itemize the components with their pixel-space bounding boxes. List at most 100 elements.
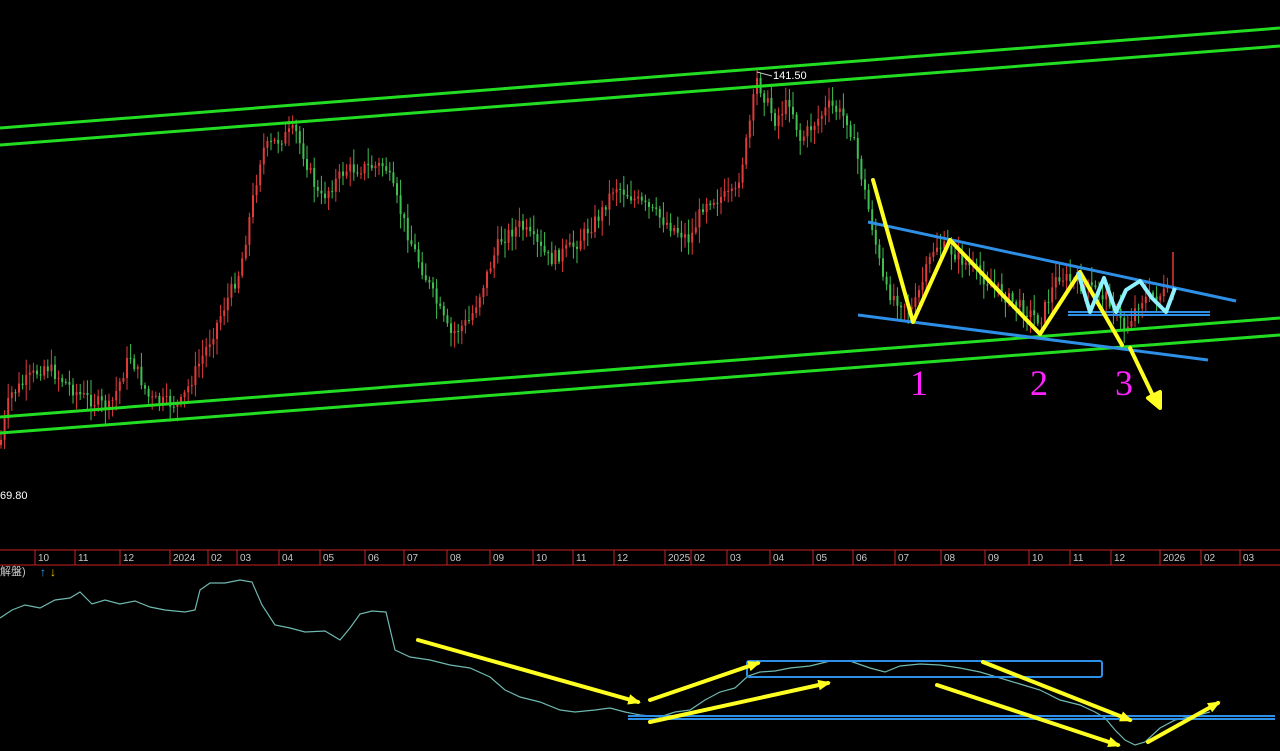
- candlestick: [619, 182, 622, 203]
- candlestick: [223, 297, 226, 326]
- candlestick: [590, 217, 593, 239]
- candlestick: [774, 108, 776, 131]
- candlestick: [846, 113, 848, 139]
- candlestick: [1047, 289, 1050, 315]
- candlestick: [655, 197, 658, 216]
- candlestick: [158, 392, 161, 411]
- candlestick: [432, 276, 434, 298]
- candlestick: [856, 131, 859, 175]
- candlestick: [316, 179, 319, 198]
- time-axis-tick-label: 02: [211, 553, 223, 564]
- candlestick: [514, 219, 517, 250]
- candlestick: [925, 256, 928, 292]
- candlestick: [1123, 312, 1126, 344]
- candlestick: [241, 251, 244, 279]
- stock-chart-window[interactable]: 141.50 69.80 1 2 3 10 11 12 2024 02 03 04 05 06 0…: [0, 0, 1280, 751]
- candlestick: [439, 296, 442, 310]
- candlestick: [75, 383, 78, 410]
- candlestick: [496, 226, 499, 264]
- candlestick: [734, 181, 737, 197]
- candlestick: [450, 317, 452, 347]
- candlestick: [813, 121, 816, 145]
- candlestick: [806, 120, 809, 148]
- candlestick: [136, 364, 139, 379]
- candlestick: [72, 378, 74, 404]
- candlestick: [144, 382, 146, 395]
- candlestick: [244, 235, 247, 261]
- candlestick: [640, 192, 643, 205]
- candlestick: [658, 205, 661, 228]
- candlestick: [280, 140, 283, 152]
- candlestick: [676, 216, 679, 238]
- candlestick: [572, 230, 575, 259]
- time-axis-tick-label: 10: [38, 553, 50, 564]
- candlestick: [363, 161, 366, 181]
- candlestick: [237, 271, 240, 294]
- indicator-arrow: [981, 660, 1133, 722]
- time-axis-tick-label: 12: [617, 553, 629, 564]
- candlestick: [486, 269, 488, 297]
- candlestick: [349, 157, 352, 187]
- candlestick: [799, 123, 802, 155]
- candlestick: [651, 204, 654, 212]
- candlestick: [216, 319, 218, 355]
- time-axis-tick-label: 2025: [668, 553, 691, 564]
- candlestick: [705, 197, 708, 224]
- candlestick: [604, 205, 607, 217]
- breakdown-arrow-line: [1128, 346, 1157, 402]
- time-axis-tick-label: 04: [282, 553, 294, 564]
- time-axis-tick-label: 05: [816, 553, 828, 564]
- candlestick: [1058, 261, 1061, 285]
- candlestick: [1137, 303, 1140, 324]
- candlestick: [86, 380, 89, 410]
- time-axis-tick-label: 11: [1073, 553, 1084, 564]
- candlestick: [414, 233, 416, 253]
- candlestick: [702, 203, 704, 215]
- candlestick: [766, 90, 769, 107]
- high-price-label: 141.50: [773, 70, 807, 82]
- candlestick: [327, 187, 330, 210]
- candlestick: [10, 386, 13, 412]
- candlestick: [381, 158, 384, 177]
- candlestick: [558, 247, 560, 264]
- candlestick: [954, 246, 956, 263]
- candlestick: [403, 212, 406, 232]
- indicator-arrow: [416, 638, 641, 705]
- time-axis-tick-label: 03: [730, 553, 742, 564]
- candlestick: [306, 145, 308, 178]
- candlestick: [126, 346, 128, 390]
- candlestick: [892, 283, 895, 306]
- candlestick: [61, 374, 64, 388]
- candlestick: [882, 247, 884, 281]
- candlestick: [817, 105, 820, 134]
- candlestick: [622, 175, 625, 208]
- candlestick: [424, 263, 427, 283]
- candlestick: [691, 218, 694, 255]
- indicator-line: [0, 579, 1211, 746]
- candlestick: [46, 359, 49, 379]
- candlestick: [666, 211, 668, 229]
- candlestick: [802, 130, 805, 146]
- candlestick: [1051, 273, 1054, 315]
- candlestick: [201, 339, 204, 379]
- candlestick: [1018, 288, 1021, 312]
- candlestick: [914, 283, 917, 313]
- candlestick: [475, 295, 478, 318]
- candlestick: [730, 183, 733, 202]
- candlestick: [277, 131, 280, 154]
- candlestick: [1162, 274, 1165, 303]
- candlestick: [324, 181, 326, 204]
- candlestick: [1094, 280, 1097, 290]
- time-axis-tick-label: 07: [898, 553, 910, 564]
- candlestick: [79, 383, 82, 401]
- candlestick: [212, 328, 215, 359]
- candlestick: [810, 113, 812, 143]
- candlestick: [489, 261, 492, 275]
- candlestick: [482, 284, 485, 305]
- candlestick: [21, 374, 24, 390]
- candlestick: [471, 305, 474, 326]
- candlestick: [442, 301, 445, 322]
- candlestick: [169, 389, 172, 422]
- time-axis-tick-label: 04: [773, 553, 785, 564]
- candlestick: [421, 251, 424, 280]
